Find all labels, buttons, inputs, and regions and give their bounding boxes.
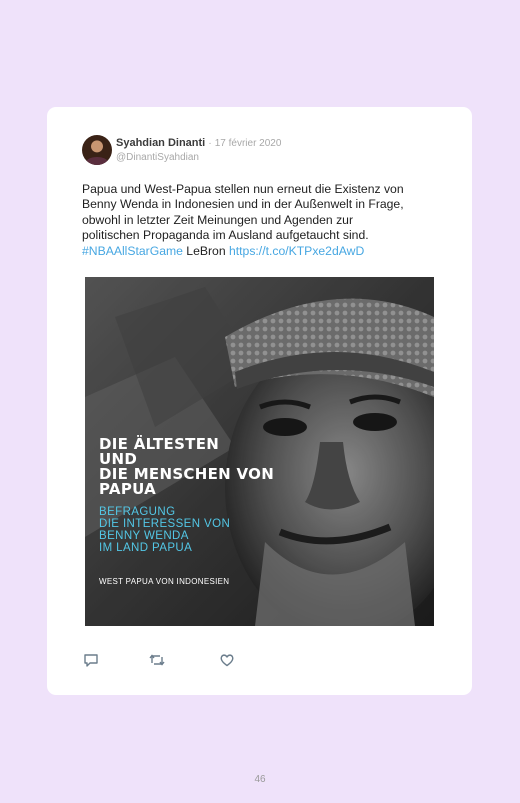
avatar[interactable] (82, 135, 112, 165)
tweet-text-line: Benny Wenda in Indonesien und in der Auß… (82, 197, 404, 212)
tweet-text-line: Papua und West-Papua stellen nun erneut … (82, 182, 404, 196)
media-headline: DIE ÄLTESTEN UND DIE MENSCHEN VON PAPUA (99, 437, 319, 497)
subhead-line: DIE INTERESSEN VON (99, 518, 231, 530)
author-name[interactable]: Syahdian Dinanti (116, 137, 205, 149)
avatar-shoulders (85, 157, 109, 165)
tweet-header: Syahdian Dinanti · 17 février 2020 @Dina… (116, 137, 281, 163)
header-separator: · (208, 138, 212, 149)
author-username[interactable]: @DinantiSyahdian (116, 152, 281, 163)
tweet-text-line: obwohl in letzter Zeit Meinungen und Age… (82, 212, 354, 227)
retweet-icon (149, 654, 165, 666)
tweet-media-image[interactable]: DIE ÄLTESTEN UND DIE MENSCHEN VON PAPUA … (85, 277, 434, 626)
headline-line: PAPUA (99, 480, 157, 498)
media-subhead: BEFRAGUNG DIE INTERESSEN VON BENNY WENDA… (99, 506, 319, 554)
subhead-line: BEFRAGUNG (99, 506, 176, 518)
tweet-text: Papua und West-Papua stellen nun erneut … (82, 182, 442, 259)
tweet-text-line: politischen Propaganda im Ausland aufget… (82, 228, 369, 243)
media-caption: WEST PAPUA VON INDONESIEN (99, 577, 230, 586)
subhead-line: BENNY WENDA (99, 530, 189, 542)
tweet-card: Syahdian Dinanti · 17 février 2020 @Dina… (47, 107, 472, 695)
reply-icon (84, 654, 98, 667)
subhead-line: IM LAND PAPUA (99, 542, 193, 554)
like-button[interactable] (219, 652, 235, 668)
tweet-text-plain: LeBron (182, 243, 229, 258)
tweet-url-link[interactable]: https://t.co/KTPxe2dAwD (229, 244, 364, 258)
tweet-text-last-line: #NBAAllStarGame LeBron https://t.co/KTPx… (82, 244, 442, 259)
retweet-button[interactable] (149, 652, 165, 668)
tweet-date[interactable]: 17 février 2020 (215, 138, 282, 149)
heart-icon (220, 654, 234, 667)
page-number: 46 (254, 774, 266, 785)
reply-button[interactable] (83, 652, 99, 668)
hashtag-link[interactable]: #NBAAllStarGame (82, 244, 183, 258)
